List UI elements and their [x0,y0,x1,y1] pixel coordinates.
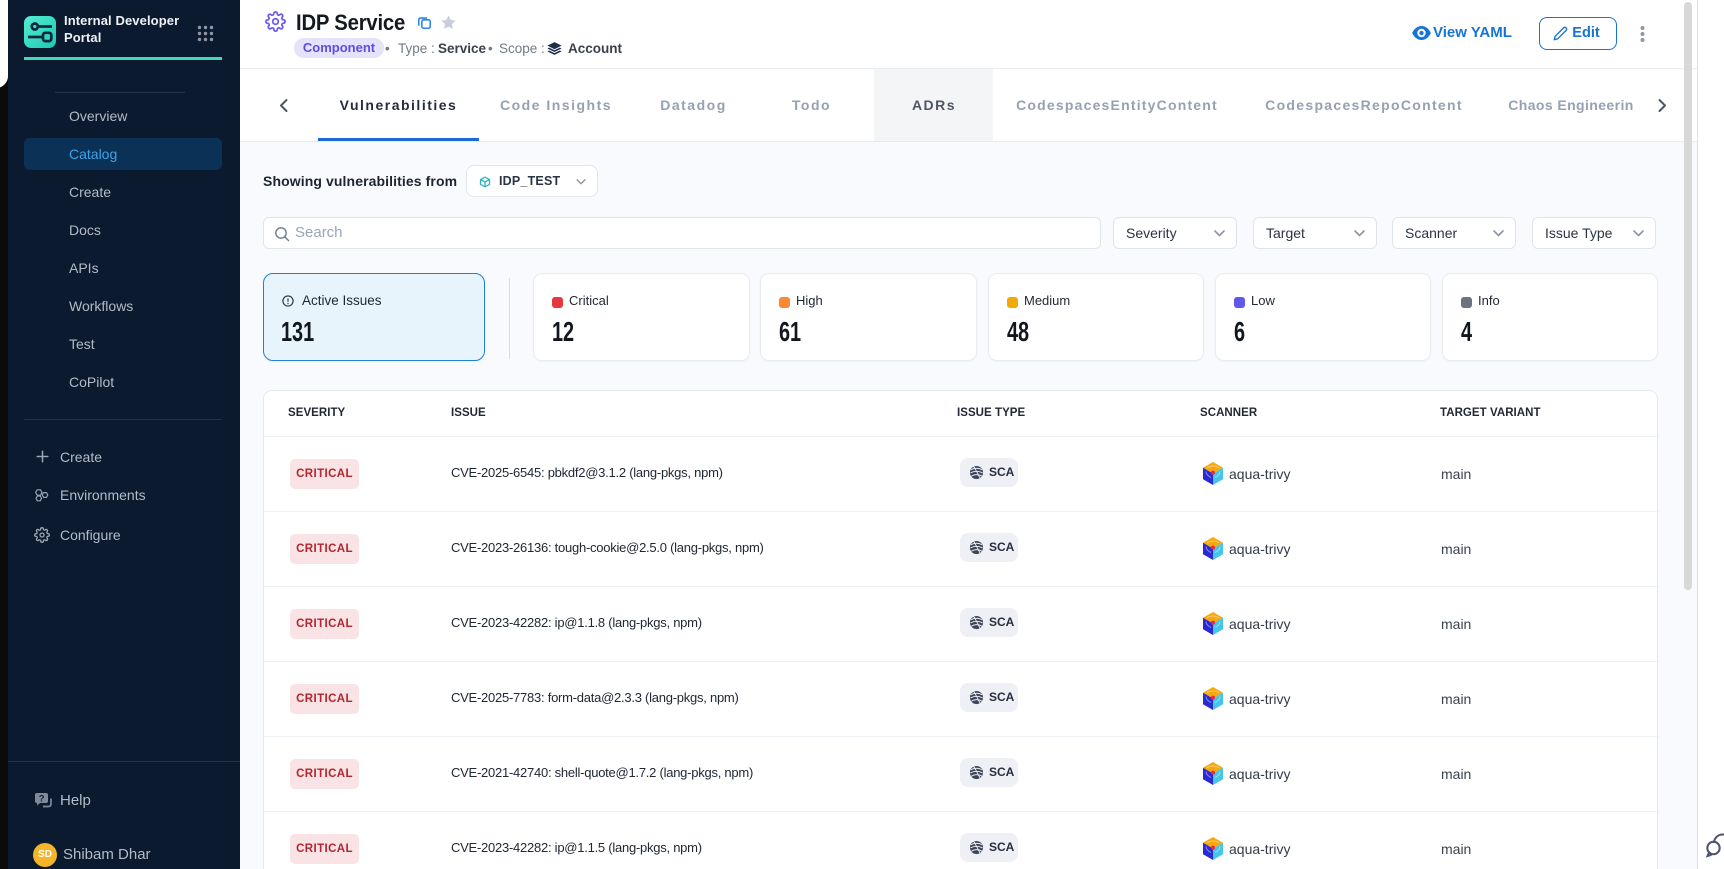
svg-text:?: ? [39,793,45,804]
